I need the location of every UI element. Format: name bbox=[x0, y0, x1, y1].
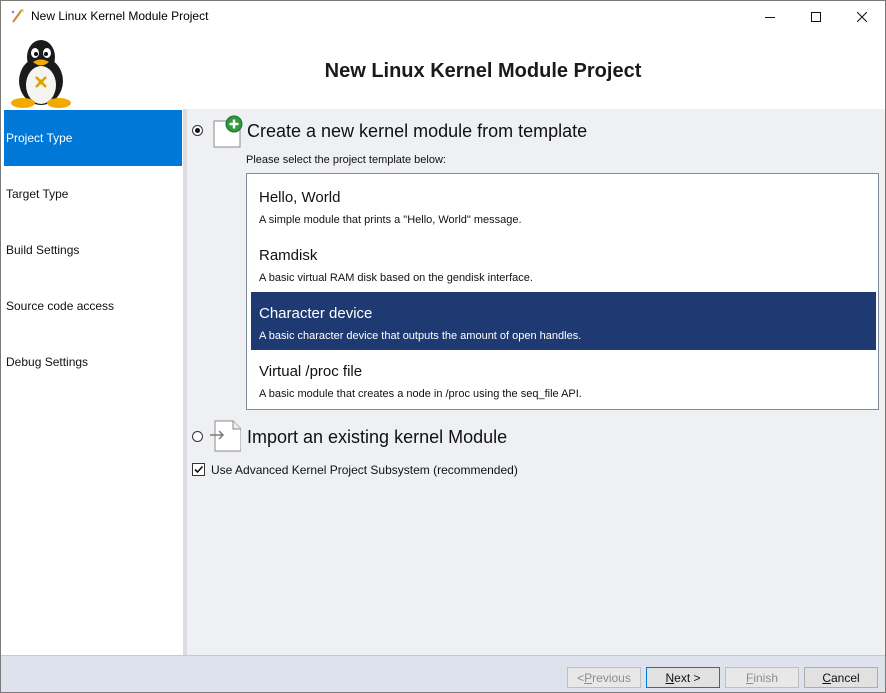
close-icon bbox=[857, 11, 867, 22]
sidebar-item-label: Debug Settings bbox=[6, 355, 89, 369]
import-module-radio[interactable] bbox=[192, 431, 203, 442]
create-template-radio[interactable] bbox=[192, 125, 203, 136]
previous-button[interactable]: < Previous bbox=[567, 667, 641, 688]
next-button[interactable]: Next > bbox=[646, 667, 720, 688]
template-description: A simple module that prints a "Hello, Wo… bbox=[259, 214, 522, 226]
cancel-rest: ancel bbox=[830, 670, 860, 685]
sidebar-item-label: Source code access bbox=[6, 299, 115, 313]
maximize-button[interactable] bbox=[793, 1, 839, 32]
wizard-header: New Linux Kernel Module Project bbox=[1, 32, 885, 109]
minimize-button[interactable] bbox=[747, 1, 793, 32]
template-description: A basic module that creates a node in /p… bbox=[259, 388, 582, 400]
create-template-label[interactable]: Create a new kernel module from template bbox=[247, 121, 587, 142]
template-description: A basic character device that outputs th… bbox=[259, 330, 582, 342]
template-name: Hello, World bbox=[259, 189, 341, 206]
checkmark-icon bbox=[194, 465, 204, 474]
wizard-window: New Linux Kernel Module Project New Linu… bbox=[0, 0, 886, 693]
new-document-plus-icon bbox=[213, 115, 243, 148]
sidebar-item-label: Build Settings bbox=[6, 243, 80, 257]
import-document-icon bbox=[210, 420, 241, 452]
title-bar: New Linux Kernel Module Project bbox=[1, 1, 885, 32]
maximize-icon bbox=[811, 11, 821, 22]
advanced-subsystem-checkbox[interactable] bbox=[192, 463, 205, 476]
sidebar-item-build-settings[interactable]: Build Settings bbox=[4, 222, 182, 278]
next-mnemonic: N bbox=[665, 670, 675, 685]
close-button[interactable] bbox=[839, 1, 885, 32]
previous-rest: revious bbox=[592, 670, 631, 685]
sidebar-item-project-type[interactable]: Project Type bbox=[4, 110, 182, 166]
sidebar-item-label: Project Type bbox=[6, 131, 73, 145]
sidebar-item-label: Target Type bbox=[6, 187, 69, 201]
next-rest: ext > bbox=[674, 670, 701, 685]
template-name: Character device bbox=[259, 305, 373, 322]
finish-rest: inish bbox=[753, 670, 779, 685]
minimize-icon bbox=[765, 16, 775, 18]
template-description: A basic virtual RAM disk based on the ge… bbox=[259, 272, 533, 284]
previous-prefix: < bbox=[577, 670, 585, 685]
wizard-sidebar: Project Type Target Type Build Settings … bbox=[1, 109, 183, 655]
advanced-subsystem-label[interactable]: Use Advanced Kernel Project Subsystem (r… bbox=[211, 463, 518, 477]
template-item-character-device[interactable]: Character device A basic character devic… bbox=[251, 292, 876, 350]
previous-mnemonic: P bbox=[584, 670, 593, 685]
wizard-app-icon bbox=[11, 9, 24, 23]
window-title: New Linux Kernel Module Project bbox=[31, 9, 209, 23]
template-name: Virtual /proc file bbox=[259, 363, 363, 380]
template-item-ramdisk[interactable]: Ramdisk A basic virtual RAM disk based o… bbox=[251, 234, 876, 292]
finish-mnemonic: F bbox=[745, 670, 754, 685]
page-title: New Linux Kernel Module Project bbox=[324, 60, 642, 82]
template-hint: Please select the project template below… bbox=[246, 154, 446, 166]
sidebar-item-target-type[interactable]: Target Type bbox=[4, 166, 182, 222]
cancel-mnemonic: C bbox=[822, 670, 831, 685]
template-list[interactable]: Hello, World A simple module that prints… bbox=[246, 173, 879, 410]
finish-button[interactable]: Finish bbox=[725, 667, 799, 688]
template-item-virtual-proc-file[interactable]: Virtual /proc file A basic module that c… bbox=[251, 350, 876, 408]
cancel-button[interactable]: Cancel bbox=[804, 667, 878, 688]
import-module-label[interactable]: Import an existing kernel Module bbox=[247, 427, 507, 448]
template-item-hello-world[interactable]: Hello, World A simple module that prints… bbox=[251, 176, 876, 234]
sidebar-item-source-code-access[interactable]: Source code access bbox=[4, 278, 182, 334]
template-name: Ramdisk bbox=[259, 247, 318, 264]
sidebar-item-debug-settings[interactable]: Debug Settings bbox=[4, 334, 182, 390]
